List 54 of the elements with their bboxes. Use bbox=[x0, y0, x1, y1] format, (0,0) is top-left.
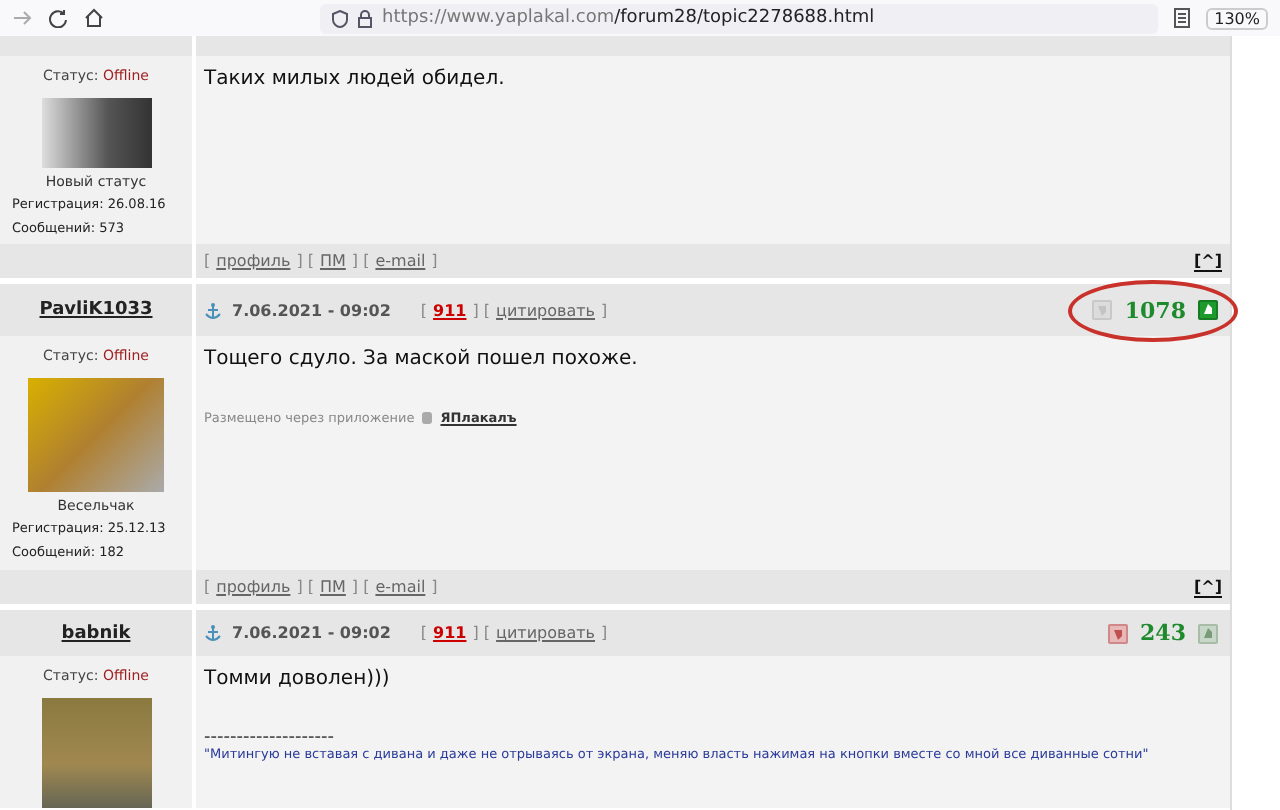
post-date: 7.06.2021 - 09:02 bbox=[232, 624, 391, 642]
thumb-down-icon[interactable] bbox=[1092, 300, 1113, 320]
link[interactable]: ПМ bbox=[320, 578, 346, 596]
link[interactable]: профиль bbox=[216, 252, 291, 270]
address-bar[interactable]: https://www.yaplakal.com/forum28/topic2278688.html bbox=[320, 3, 1159, 33]
thumb-down-icon[interactable] bbox=[1108, 623, 1129, 643]
anchor-icon[interactable] bbox=[204, 301, 222, 319]
bracket: ] [ bbox=[472, 301, 491, 319]
url-text: https://www.yaplakal.com/forum28/topic2278688.html bbox=[382, 8, 875, 28]
bracket: ] [ bbox=[351, 578, 370, 596]
avatar-image bbox=[41, 98, 151, 168]
post-number-link[interactable]: 911 bbox=[433, 301, 467, 319]
signature-rule: -------------------- bbox=[204, 730, 336, 746]
thumb-up-icon[interactable] bbox=[1198, 623, 1218, 643]
bracket: ] [ bbox=[351, 252, 370, 270]
bracket: ] bbox=[601, 624, 608, 642]
avatar-image bbox=[41, 698, 151, 808]
bracket: ] [ bbox=[296, 252, 314, 270]
post-text: Таких милых людей обидел. bbox=[204, 68, 505, 90]
app-icon bbox=[420, 410, 435, 426]
anchor-icon[interactable] bbox=[204, 624, 222, 642]
rating-count: 243 bbox=[1140, 620, 1186, 646]
shield-icon[interactable] bbox=[332, 9, 348, 27]
bracket: ] [ bbox=[296, 578, 314, 596]
post-number-link[interactable]: 911 bbox=[433, 624, 467, 642]
link[interactable]: цитировать bbox=[496, 624, 595, 642]
scroll-top-button[interactable]: [^] bbox=[1193, 577, 1222, 597]
avatar-image bbox=[28, 378, 164, 492]
page-icon[interactable] bbox=[1174, 8, 1191, 28]
thumb-up-icon[interactable] bbox=[1198, 300, 1218, 320]
post-text: Томми доволен))) bbox=[204, 668, 390, 690]
home-icon[interactable] bbox=[84, 8, 104, 28]
lock-icon[interactable] bbox=[358, 9, 372, 27]
post-text: Тощего сдуло. За маской пошел похоже. bbox=[204, 348, 638, 370]
author-name[interactable]: babnik bbox=[61, 623, 131, 643]
bracket: ] [ bbox=[472, 624, 491, 642]
author-name[interactable]: PavliK1033 bbox=[39, 300, 153, 320]
zoom-level[interactable]: 130% bbox=[1206, 7, 1268, 29]
rating-count: 1078 bbox=[1124, 297, 1186, 323]
reload-icon[interactable] bbox=[48, 8, 68, 28]
link[interactable]: профиль bbox=[216, 578, 291, 596]
post-date: 7.06.2021 - 09:02 bbox=[232, 301, 391, 319]
link[interactable]: цитировать bbox=[496, 301, 595, 319]
scroll-top-button[interactable]: [^] bbox=[1193, 251, 1222, 271]
bracket: ] bbox=[431, 252, 438, 270]
link[interactable]: e-mail bbox=[375, 578, 426, 596]
bracket: [ bbox=[204, 578, 211, 596]
bracket: [ bbox=[204, 252, 211, 270]
bracket: [ bbox=[420, 301, 428, 319]
bracket: ] bbox=[431, 578, 438, 596]
bracket: ] bbox=[601, 301, 608, 319]
link[interactable]: ПМ bbox=[320, 252, 346, 270]
link[interactable]: e-mail bbox=[375, 252, 426, 270]
bracket: [ bbox=[420, 624, 428, 642]
